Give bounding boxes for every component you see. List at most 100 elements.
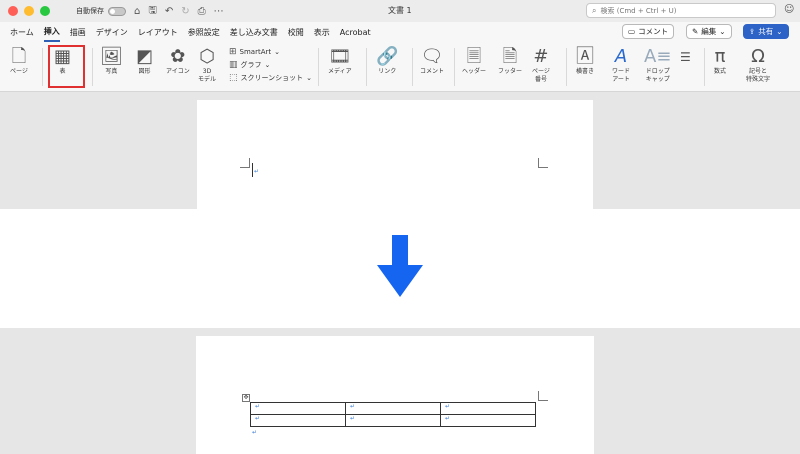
edit-button-label: 編集 xyxy=(701,27,717,36)
chart-icon: ▥ xyxy=(229,60,238,70)
comment-button[interactable]: ▭ コメント xyxy=(622,24,675,39)
table-move-handle[interactable]: ✥ xyxy=(242,394,250,402)
undo-icon[interactable]: ↶ xyxy=(165,6,173,17)
ribbon-separator xyxy=(704,48,705,86)
table-cell[interactable]: ↵ xyxy=(440,414,536,427)
more-icon[interactable]: ⋯ xyxy=(214,6,224,17)
share-button[interactable]: ⇪ 共有 ⌄ xyxy=(743,24,789,39)
ribbon-separator xyxy=(566,48,567,86)
tab-layout[interactable]: レイアウト xyxy=(138,24,178,41)
table-cell[interactable]: ↵ xyxy=(440,402,536,415)
media-label: メディア xyxy=(328,68,352,75)
search-input[interactable]: ⌕ 検索 (Cmd + Ctrl + U) xyxy=(586,3,776,18)
tab-draw[interactable]: 描画 xyxy=(70,24,86,41)
table-row: ↵ ↵ ↵ xyxy=(250,414,536,427)
header-label: ヘッダー xyxy=(462,68,487,75)
shapes-button[interactable]: ◩ 図形 xyxy=(136,46,153,76)
document-page-before[interactable] xyxy=(197,100,593,209)
footer-label: フッター xyxy=(498,68,523,75)
table-cell[interactable]: ↵ xyxy=(250,414,346,427)
autosave-label: 自動保存 xyxy=(76,7,104,15)
minimize-window-button[interactable] xyxy=(24,6,34,16)
textbox-icon: 🄰 xyxy=(576,46,594,67)
home-icon[interactable]: ⌂ xyxy=(134,6,140,17)
text-cursor xyxy=(252,163,253,177)
ribbon-separator xyxy=(42,48,43,86)
table-cell[interactable]: ↵ xyxy=(345,414,441,427)
icons-button[interactable]: ✿ アイコン xyxy=(166,46,190,76)
edit-button[interactable]: ✎ 編集 ⌄ xyxy=(686,24,732,39)
chevron-down-icon: ⌄ xyxy=(776,27,783,36)
wordart-label-1: ワード xyxy=(612,68,631,75)
screenshot-button[interactable]: ⬚ スクリーンショット ⌄ xyxy=(229,73,312,83)
tab-references[interactable]: 参照設定 xyxy=(188,24,220,41)
tab-home[interactable]: ホーム xyxy=(10,24,34,41)
down-arrow-icon xyxy=(377,235,423,297)
media-icon: 🎞 xyxy=(328,46,352,67)
footer-button[interactable]: 🗎 フッター xyxy=(498,46,522,76)
header-button[interactable]: 🗏 ヘッダー xyxy=(462,46,486,76)
tab-insert[interactable]: 挿入 xyxy=(43,23,60,42)
document-title: 文書 1 xyxy=(388,6,412,15)
margin-corner-right xyxy=(538,158,548,168)
textbox-button[interactable]: 🄰 横書き xyxy=(576,46,594,76)
screenshot-label: スクリーンショット xyxy=(240,74,304,82)
page-number-icon: # xyxy=(533,46,549,67)
tab-review[interactable]: 校閲 xyxy=(288,24,304,41)
tab-acrobat[interactable]: Acrobat xyxy=(340,25,371,40)
equation-label: 数式 xyxy=(714,68,727,75)
3d-model-button[interactable]: ⬡ 3D モデル xyxy=(198,46,216,84)
smartart-label: SmartArt xyxy=(239,48,272,56)
page-button[interactable]: 🗋 ページ xyxy=(10,46,28,76)
page-number-button[interactable]: # ページ 番号 xyxy=(532,46,550,84)
insert-comment-button[interactable]: 🗨 コメント xyxy=(420,46,444,76)
text-options-button[interactable]: ☰ xyxy=(680,46,691,68)
ribbon-separator xyxy=(92,48,93,86)
equation-button[interactable]: π 数式 xyxy=(714,46,726,76)
media-button[interactable]: 🎞 メディア xyxy=(328,46,352,76)
share-icon: ⇪ xyxy=(749,27,756,36)
transition-area xyxy=(0,209,800,328)
people-icon[interactable]: ☺ xyxy=(784,4,794,15)
close-window-button[interactable] xyxy=(8,6,18,16)
save-icon[interactable]: 🖫 xyxy=(148,3,157,20)
ribbon-separator xyxy=(318,48,319,86)
chevron-down-icon: ⌄ xyxy=(264,61,271,69)
chevron-down-icon: ⌄ xyxy=(306,74,313,82)
wordart-label-2: アート xyxy=(612,76,630,83)
search-placeholder: 検索 (Cmd + Ctrl + U) xyxy=(600,6,677,15)
text-options-icon: ☰ xyxy=(680,50,691,64)
link-icon: 🔗 xyxy=(376,46,399,67)
inserted-table[interactable]: ↵ ↵ ↵ ↵ ↵ ↵ xyxy=(250,402,536,427)
photo-button[interactable]: 🖼 写真 xyxy=(100,46,123,76)
3d-model-label-1: 3D xyxy=(202,68,212,75)
chevron-down-icon: ⌄ xyxy=(274,48,281,56)
shapes-icon: ◩ xyxy=(136,46,154,67)
tab-design[interactable]: デザイン xyxy=(96,24,128,41)
document-page-after[interactable] xyxy=(196,336,594,454)
search-icon: ⌕ xyxy=(592,5,597,15)
table-cell[interactable]: ↵ xyxy=(345,402,441,415)
omega-icon: Ω xyxy=(751,46,765,67)
dropcap-button[interactable]: A≡ ドロップ キャップ xyxy=(644,46,671,84)
link-button[interactable]: 🔗 リンク xyxy=(376,46,398,76)
tab-view[interactable]: 表示 xyxy=(314,24,330,41)
zoom-window-button[interactable] xyxy=(40,6,50,16)
ribbon-tabs: ホーム 挿入 描画 デザイン レイアウト 参照設定 差し込み文書 校閲 表示 A… xyxy=(0,22,800,42)
ribbon-separator xyxy=(412,48,413,86)
wordart-button[interactable]: 𝘈 ワード アート xyxy=(612,46,630,84)
header-icon: 🗏 xyxy=(466,46,482,67)
table-cell[interactable]: ↵ xyxy=(250,402,346,415)
chart-button[interactable]: ▥ グラフ ⌄ xyxy=(229,60,270,70)
comment-button-label: コメント xyxy=(638,27,669,36)
symbol-button[interactable]: Ω 記号と 特殊文字 xyxy=(746,46,770,84)
textbox-label: 横書き xyxy=(576,68,595,75)
tab-mailings[interactable]: 差し込み文書 xyxy=(230,24,278,41)
redo-icon[interactable]: ↻ xyxy=(181,6,189,17)
screenshot-icon: ⬚ xyxy=(229,73,238,83)
chart-label: グラフ xyxy=(240,61,262,69)
smartart-button[interactable]: ⊞ SmartArt ⌄ xyxy=(229,47,280,57)
autosave-toggle[interactable] xyxy=(108,6,126,16)
margin-corner-right xyxy=(538,391,548,401)
print-icon[interactable]: ⎙ xyxy=(198,6,206,17)
